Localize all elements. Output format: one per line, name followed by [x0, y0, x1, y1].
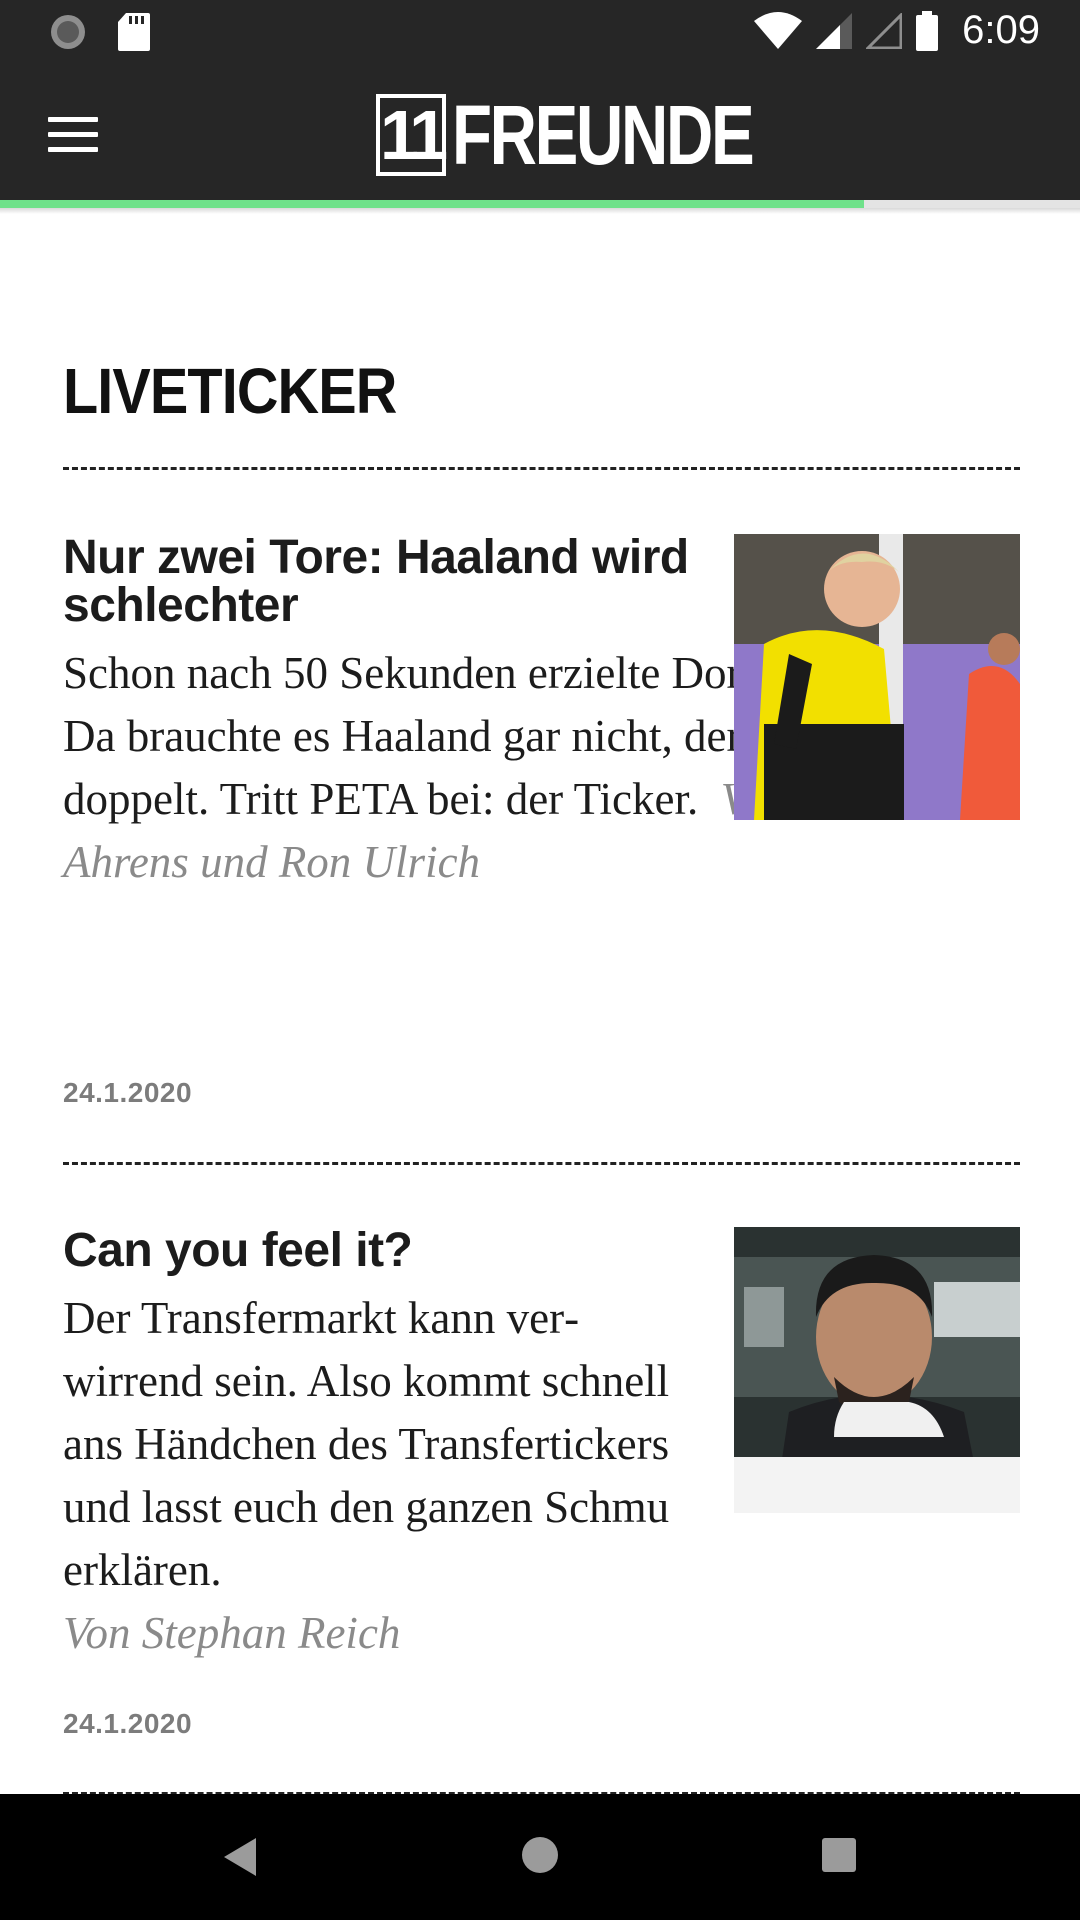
article-headline[interactable]: Can you feel it? [63, 1227, 703, 1275]
logo-word: FREUNDE [452, 88, 755, 182]
article-teaser: Der Transfermarkt kann ver­wirrend sein.… [63, 1293, 670, 1595]
photo-soccer-player-yellow-jersey [734, 534, 1020, 820]
divider [63, 1162, 1020, 1165]
logo[interactable]: 11 FREUNDE [376, 93, 837, 177]
article-author: Von Stephan Reich [63, 1608, 401, 1658]
sd-card-icon [118, 13, 150, 51]
home-icon[interactable] [522, 1837, 558, 1873]
article-image[interactable] [734, 534, 1020, 820]
back-icon[interactable] [224, 1838, 256, 1876]
reading-progress-fill [0, 200, 864, 208]
article-date: 24.1.2020 [63, 1708, 193, 1739]
status-bar: 6:09 [0, 0, 1080, 63]
article-headline[interactable]: Nur zwei Tore: Haaland wird schlechter [63, 534, 703, 630]
article-card[interactable]: Can you feel it? Der Transfermarkt kann … [63, 1227, 1020, 1658]
recents-icon[interactable] [822, 1838, 856, 1872]
status-time: 6:09 [962, 8, 1040, 52]
app-bar: 11 FREUNDE [0, 63, 1080, 200]
divider [63, 467, 1020, 470]
navigation-bar [0, 1794, 1080, 1920]
battery-icon [916, 10, 939, 51]
signal-icon [816, 12, 853, 49]
article-date: 24.1.2020 [63, 1077, 193, 1108]
menu-icon[interactable] [48, 117, 98, 153]
article-card[interactable]: Nur zwei Tore: Haaland wird schlechter S… [63, 534, 1020, 924]
logo-number: 11 [376, 94, 448, 176]
wifi-icon [754, 11, 803, 49]
photo-player-portrait-dark-jacket [734, 1227, 1020, 1513]
loading-circle-icon [51, 15, 85, 49]
appbar-shadow [0, 208, 1080, 214]
section-title: LIVETICKER [63, 355, 397, 427]
reading-progress-bar [0, 200, 1080, 208]
signal-empty-icon [866, 12, 903, 49]
article-image[interactable] [734, 1227, 1020, 1513]
